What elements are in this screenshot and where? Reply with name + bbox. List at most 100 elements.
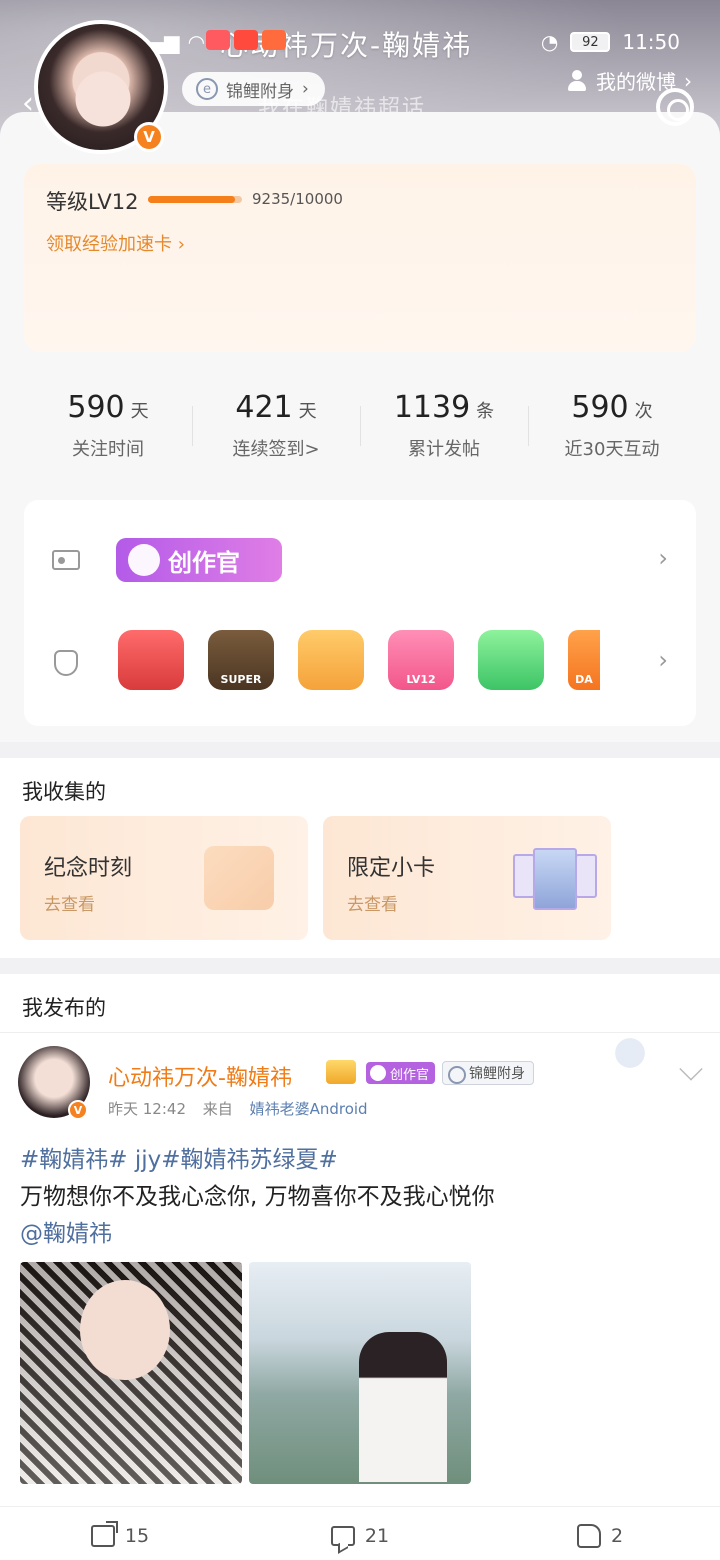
- battery-icon: 92: [570, 32, 611, 52]
- status-right: ◔ 92 11:50: [541, 30, 680, 54]
- stat-value: 421 天: [192, 390, 360, 425]
- repost-icon: [90, 1521, 118, 1547]
- medal-lv12[interactable]: LV12: [388, 630, 454, 690]
- section-divider: [0, 958, 720, 974]
- id-card-icon: [52, 550, 80, 570]
- collect-card-title: 限定小卡: [347, 856, 436, 881]
- stat-posts: 1139 条 累计发帖: [360, 370, 528, 482]
- clock: 11:50: [622, 30, 680, 54]
- like-count: 2: [610, 1525, 624, 1547]
- post-image[interactable]: [20, 1262, 242, 1484]
- level-progress-fill: [148, 196, 235, 203]
- stat-unit: 条: [476, 401, 495, 422]
- stat-number: 1139: [393, 390, 471, 425]
- stat-interactions: 590 次 近30天互动: [528, 370, 696, 482]
- repost-button[interactable]: 15: [0, 1516, 240, 1556]
- post-actions: 15 21 2: [0, 1516, 720, 1556]
- post-body: #鞠婧祎# jjy#鞠婧祎苏绿夏# 万物想你不及我心念你, 万物喜你不及我心悦你…: [20, 1142, 700, 1253]
- back-icon[interactable]: ‹: [22, 86, 34, 121]
- medal-days[interactable]: DA: [568, 630, 600, 690]
- stat-unit: 次: [634, 401, 653, 422]
- collect-card-limited[interactable]: 限定小卡 去查看: [323, 816, 611, 940]
- alarm-icon: ◔: [540, 30, 559, 54]
- koi-chip-label: 锦鲤附身: [226, 81, 294, 102]
- stats-row: 590 天 关注时间 421 天 连续签到> 1139 条 累计发帖 590 次 近30…: [24, 370, 696, 482]
- chevron-right-icon[interactable]: ›: [658, 544, 668, 572]
- boost-card-link[interactable]: 领取经验加速卡 ›: [46, 230, 185, 256]
- post-koi-tag: 锦鲤附身: [442, 1061, 534, 1085]
- badges-card: 创作官 › SUPER LV12 DA ›: [24, 500, 696, 726]
- collect-card-sub: 去查看: [44, 895, 95, 915]
- stat-label: 连续签到>: [232, 439, 320, 460]
- stat-value: 1139 条: [360, 390, 528, 425]
- cloud-decoration-icon: [600, 1032, 660, 1074]
- post-author[interactable]: 心动祎万次-鞠婧祎: [108, 1060, 292, 1092]
- stat-unit: 天: [298, 401, 317, 422]
- stat-number: 590: [67, 390, 125, 425]
- medal-crown[interactable]: [298, 630, 364, 690]
- crown-icon: [326, 1060, 356, 1084]
- medal-super[interactable]: SUPER: [208, 630, 274, 690]
- creator-badge[interactable]: 创作官: [116, 538, 282, 582]
- level-card[interactable]: 等级LV12 9235/10000 领取经验加速卡 ›: [24, 164, 696, 352]
- medal-unicorn[interactable]: [118, 630, 184, 690]
- stat-follow-days: 590 天 关注时间: [24, 370, 192, 482]
- photo-card: [575, 854, 597, 898]
- level-progress-bar: [148, 196, 242, 203]
- verified-badge-icon: V: [134, 122, 164, 152]
- post-source[interactable]: 婧祎老婆Android: [250, 1100, 368, 1118]
- repost-count: 15: [124, 1525, 150, 1547]
- chevron-right-icon[interactable]: ›: [658, 646, 668, 674]
- notification-icons: [206, 30, 286, 50]
- shop-app-icon: [206, 30, 230, 50]
- post-mention[interactable]: @鞠婧祎: [20, 1216, 700, 1253]
- stat-checkin-days[interactable]: 421 天 连续签到>: [192, 370, 360, 482]
- verified-badge-icon: V: [68, 1100, 88, 1120]
- like-button[interactable]: 2: [480, 1516, 720, 1556]
- post-source-prefix: 来自: [202, 1100, 233, 1118]
- stat-value: 590 天: [24, 390, 192, 425]
- post-creator-tag: 创作官: [366, 1062, 436, 1084]
- collections-title: 我收集的: [22, 780, 106, 804]
- stat-label: 近30天互动: [564, 439, 660, 460]
- medal-hand[interactable]: [478, 630, 544, 690]
- stat-value: 590 次: [528, 390, 696, 425]
- creator-badge-label: 创作官: [168, 548, 240, 577]
- comment-icon: [330, 1526, 355, 1546]
- stat-number: 421: [235, 390, 293, 425]
- video-app-icon: [234, 30, 258, 50]
- chevron-right-icon: ›: [302, 79, 309, 99]
- posts-title: 我发布的: [22, 996, 106, 1020]
- gear-icon[interactable]: [656, 88, 694, 126]
- post-image[interactable]: [249, 1262, 471, 1484]
- collect-card-title: 纪念时刻: [44, 856, 133, 881]
- medal-list[interactable]: SUPER LV12 DA: [118, 630, 600, 690]
- wifi-icon: ◠: [187, 30, 206, 54]
- boost-card-label: 领取经验加速卡: [46, 234, 172, 255]
- chevron-right-icon: ›: [684, 68, 692, 93]
- post-hashtags[interactable]: #鞠婧祎# jjy#鞠婧祎苏绿夏#: [20, 1142, 700, 1179]
- comment-count: 21: [364, 1525, 390, 1547]
- level-label: 等级LV12: [46, 190, 139, 214]
- section-divider: [0, 742, 720, 758]
- medal-icon: [54, 650, 78, 676]
- collect-card-moments[interactable]: 纪念时刻 去查看: [20, 816, 308, 940]
- chevron-down-icon[interactable]: [679, 1057, 703, 1081]
- koi-chip[interactable]: e 锦鲤附身 ›: [182, 72, 325, 106]
- post-meta: 昨天 12:42 来自 婧祎老婆Android: [108, 1098, 368, 1119]
- koi-icon: e: [196, 78, 218, 100]
- comment-button[interactable]: 21: [240, 1516, 480, 1556]
- post-time: 昨天 12:42: [108, 1100, 186, 1118]
- level-progress-text: 9235/10000: [252, 190, 343, 208]
- stat-unit: 天: [130, 401, 149, 422]
- divider: [0, 1506, 720, 1507]
- collect-card-sub: 去查看: [347, 895, 398, 915]
- calendar-heart-icon: [204, 846, 274, 910]
- photo-card: [533, 848, 577, 910]
- post-text-line: 万物想你不及我心念你, 万物喜你不及我心悦你: [20, 1184, 495, 1210]
- stat-number: 590: [571, 390, 629, 425]
- battery-level: 92: [582, 34, 599, 50]
- photo-cards-icon: [513, 848, 597, 910]
- thumbs-up-icon: [576, 1524, 601, 1548]
- stat-label: 关注时间: [72, 439, 144, 460]
